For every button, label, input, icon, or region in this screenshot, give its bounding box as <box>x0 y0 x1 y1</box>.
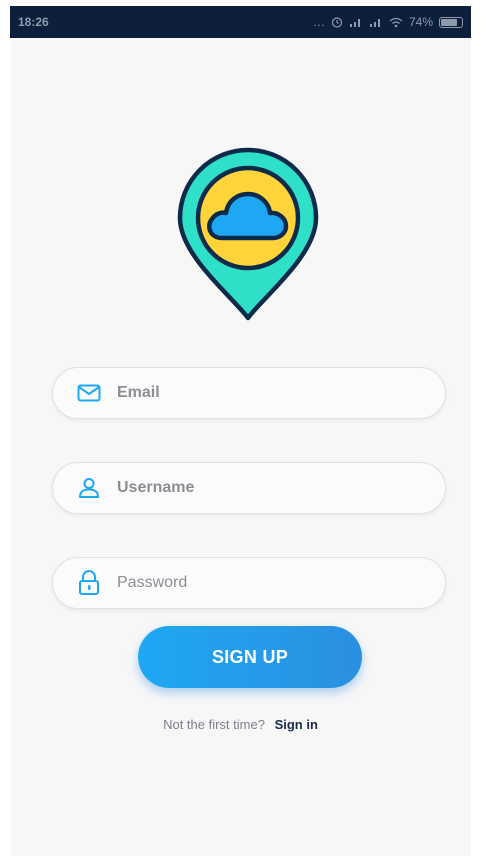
user-icon <box>79 478 99 498</box>
battery-percent: 74% <box>408 15 433 29</box>
sign-up-button[interactable]: SIGN UP <box>138 626 362 688</box>
battery-icon <box>439 16 463 28</box>
signin-row: Not the first time? Sign in <box>10 717 471 732</box>
username-field[interactable] <box>52 462 446 514</box>
status-bar: 18:26 … 74% <box>10 6 471 38</box>
sign-in-link[interactable]: Sign in <box>275 717 318 732</box>
status-icons: … 74% <box>313 15 463 29</box>
username-input[interactable] <box>115 478 399 498</box>
more-dots-icon: … <box>312 15 325 29</box>
signal-icon <box>349 18 360 27</box>
signal-icon-2 <box>369 18 380 27</box>
wifi-icon <box>389 17 403 27</box>
lock-icon <box>79 570 99 595</box>
status-time: 18:26 <box>18 15 49 29</box>
password-field[interactable] <box>52 557 446 609</box>
password-input[interactable] <box>115 573 399 593</box>
email-field[interactable] <box>52 367 446 419</box>
signup-screen: 18:26 … 74% Email Username SIGN UP Not t… <box>10 6 471 856</box>
envelope-icon <box>77 384 101 402</box>
alarm-icon <box>331 17 343 28</box>
email-input[interactable] <box>115 383 399 403</box>
signin-prompt: Not the first time? <box>163 717 265 732</box>
map-pin-cloud-icon <box>177 147 319 321</box>
